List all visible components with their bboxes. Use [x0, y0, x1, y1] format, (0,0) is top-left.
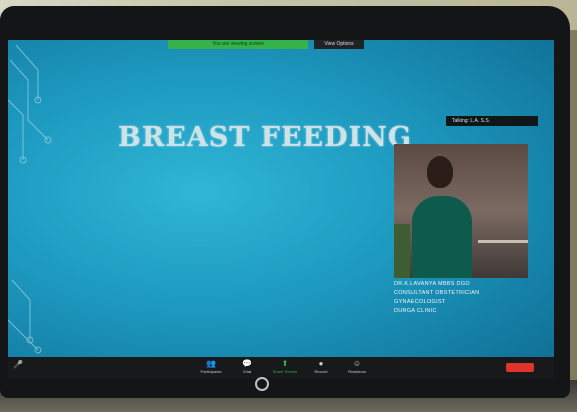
meeting-toolbar: 🎤 👥 Participants 💬 Chat ⬆ Share Screen ●… — [8, 357, 554, 378]
screen: You are viewing screen View Options BREA… — [8, 40, 554, 378]
circuit-decoration — [8, 44, 52, 354]
speaker-specialty: GYNAECOLOGIST — [394, 299, 446, 305]
record-button[interactable]: ● Record — [304, 359, 338, 375]
railing — [478, 240, 528, 278]
laptop-bezel: You are viewing screen View Options BREA… — [0, 6, 570, 398]
speaker-body — [412, 196, 472, 278]
hp-logo — [255, 377, 269, 391]
reactions-button[interactable]: ☺ Reactions — [340, 359, 374, 375]
share-screen-button[interactable]: ⬆ Share Screen — [268, 359, 302, 375]
share-screen-icon: ⬆ — [281, 359, 289, 368]
reactions-icon: ☺ — [352, 359, 362, 368]
slide-title: BREAST FEEDING — [118, 122, 412, 153]
speaker-name: DR.K.LAVANYA MBBS DGO — [394, 281, 470, 287]
screen-share-bar[interactable]: You are viewing screen — [168, 40, 308, 49]
active-speaker-label: Talking: L.A. S.S. — [446, 116, 538, 126]
speaker-head — [427, 156, 453, 188]
participants-icon: 👥 — [206, 359, 216, 368]
end-meeting-button[interactable] — [506, 363, 534, 372]
view-options-button[interactable]: View Options — [314, 40, 364, 49]
participants-button[interactable]: 👥 Participants — [194, 359, 228, 375]
speaker-video[interactable] — [394, 144, 528, 278]
speaker-title: CONSULTANT OBSTETRICIAN — [394, 290, 480, 296]
speaker-clinic: DURGA CLINIC — [394, 308, 437, 314]
plant — [394, 224, 410, 278]
chat-icon: 💬 — [242, 359, 252, 368]
microphone-icon[interactable]: 🎤 — [13, 360, 23, 369]
record-icon: ● — [318, 359, 324, 368]
chat-button[interactable]: 💬 Chat — [230, 359, 264, 375]
speaker-info: DR.K.LAVANYA MBBS DGO CONSULTANT OBSTETR… — [394, 280, 534, 316]
